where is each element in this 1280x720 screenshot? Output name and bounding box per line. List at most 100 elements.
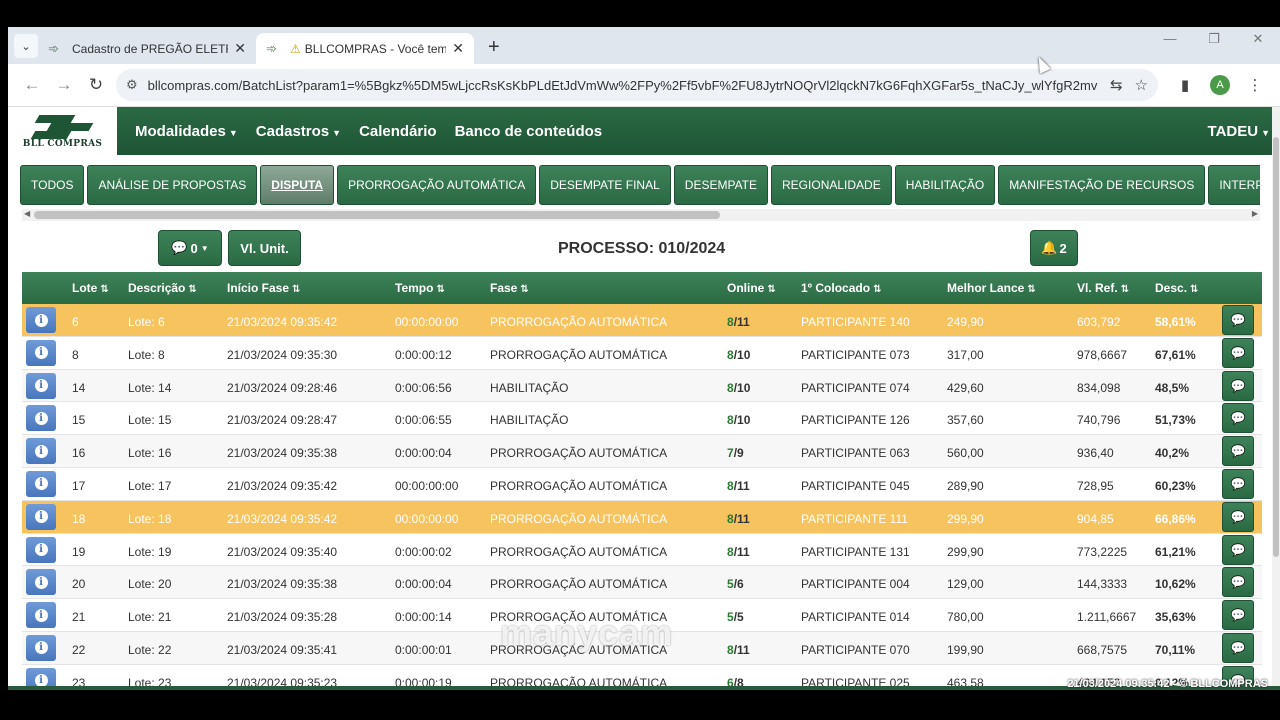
column-header-0[interactable]: Lote ⇅	[72, 281, 109, 295]
cell-desc: 48,5%	[1155, 380, 1190, 395]
phase-tab-7[interactable]: HABILITAÇÃO	[894, 165, 996, 205]
info-button[interactable]: i	[26, 569, 56, 596]
info-button[interactable]: i	[26, 307, 56, 333]
url-field[interactable]: ⚙ bllcompras.com/BatchList?param1=%5Bgkz…	[116, 69, 1158, 101]
column-header-6[interactable]: 1º Colocado ⇅	[801, 281, 881, 295]
cell-fase: PRORROGAÇÃO AUTOMÁTICA	[490, 511, 668, 526]
column-header-2[interactable]: Início Fase ⇅	[227, 281, 300, 295]
scroll-left-icon[interactable]: ◀	[24, 209, 30, 218]
chat-button[interactable]: 💬	[1222, 501, 1254, 532]
table-row[interactable]: i 18 Lote: 18 21/03/2024 09:35:42 00:00:00:0…	[22, 500, 1262, 534]
bll-logo[interactable]: BLL COMPRAS	[8, 107, 117, 155]
menu-cadastros[interactable]: Cadastros ▼	[256, 123, 341, 140]
column-header-7[interactable]: Melhor Lance ⇅	[947, 281, 1036, 295]
notifications-button[interactable]: 🔔 2	[1030, 230, 1078, 266]
table-row[interactable]: i 20 Lote: 20 21/03/2024 09:35:38 0:00:00:04…	[22, 566, 1262, 600]
info-button[interactable]: i	[26, 634, 56, 661]
cell-tempo: 0:00:00:04	[395, 577, 452, 592]
menu-banco-conteudos[interactable]: Banco de conteúdos	[455, 123, 603, 140]
user-menu[interactable]: TADEU ▼	[1208, 123, 1270, 140]
vertical-scrollbar[interactable]	[1272, 107, 1280, 690]
cell-desc: 67,61%	[1155, 347, 1196, 362]
table-row[interactable]: i 6 Lote: 6 21/03/2024 09:35:42 00:00:00:00 P…	[22, 304, 1262, 337]
info-button[interactable]: i	[26, 372, 56, 399]
cell-lote: 22	[72, 642, 86, 657]
info-button[interactable]: i	[26, 470, 56, 497]
site-info-icon[interactable]: ⚙	[126, 77, 138, 93]
phase-tab-1[interactable]: ANÁLISE DE PROPOSTAS	[87, 165, 258, 205]
scroll-thumb[interactable]	[1273, 137, 1279, 557]
cell-colocado: PARTICIPANTE 004	[801, 577, 910, 592]
cell-lance: 429,60	[947, 380, 984, 395]
chat-button[interactable]: 💬	[1222, 468, 1254, 499]
reload-icon[interactable]: ↻	[80, 75, 112, 95]
translate-icon[interactable]: ⇆	[1110, 76, 1123, 94]
horizontal-scrollbar[interactable]: ◀ ▶	[22, 209, 1260, 221]
chat-button[interactable]: 💬	[1222, 305, 1254, 335]
phase-tab-0[interactable]: TODOS	[20, 165, 85, 205]
table-row[interactable]: i 8 Lote: 8 21/03/2024 09:35:30 0:00:00:12 PR…	[22, 337, 1262, 370]
scroll-right-icon[interactable]: ▶	[1252, 209, 1258, 218]
info-button[interactable]: i	[26, 438, 56, 465]
phase-tab-8[interactable]: MANIFESTAÇÃO DE RECURSOS	[998, 165, 1206, 205]
column-header-4[interactable]: Fase ⇅	[490, 281, 529, 295]
chat-button[interactable]: 💬	[1222, 337, 1254, 368]
vl-unit-button[interactable]: Vl. Unit.	[228, 230, 301, 266]
chat-button[interactable]: 💬	[1222, 567, 1254, 598]
scroll-thumb[interactable]	[34, 211, 720, 219]
tab-search-icon[interactable]: ⌄	[14, 34, 38, 58]
chat-button[interactable]: 💬	[1222, 436, 1254, 467]
side-panel-icon[interactable]: ▮	[1168, 76, 1202, 94]
chat-dropdown-button[interactable]: 💬 0 ▼	[158, 230, 222, 266]
cell-tempo: 0:00:00:12	[395, 347, 452, 362]
phase-tab-6[interactable]: REGIONALIDADE	[771, 165, 892, 205]
menu-kebab-icon[interactable]: ⋮	[1238, 76, 1272, 94]
tab-cadastro[interactable]: ➾ Cadastro de PREGÃO ELETRÔNICO ✕	[38, 33, 256, 64]
chat-button[interactable]: 💬	[1222, 370, 1254, 401]
column-header-1[interactable]: Descrição ⇅	[128, 281, 197, 295]
phase-tab-9[interactable]: INTERPOSIÇÃO DE RECURSOS	[1208, 165, 1260, 205]
back-icon[interactable]: ←	[16, 75, 48, 95]
caret-down-icon: ▼	[1261, 127, 1270, 138]
info-button[interactable]: i	[26, 405, 56, 432]
column-header-9[interactable]: Desc. ⇅	[1155, 281, 1198, 295]
close-icon[interactable]: ✕	[234, 40, 246, 57]
phase-tab-3[interactable]: PRORROGAÇÃO AUTOMÁTICA	[337, 165, 537, 205]
chat-button[interactable]: 💬	[1222, 632, 1254, 663]
column-header-8[interactable]: Vl. Ref. ⇅	[1077, 281, 1129, 295]
column-header-5[interactable]: Online ⇅	[727, 281, 776, 295]
table-row[interactable]: i 14 Lote: 14 21/03/2024 09:28:46 0:00:06:56…	[22, 369, 1262, 403]
new-tab-icon[interactable]: +	[488, 36, 500, 59]
table-row[interactable]: i 19 Lote: 19 21/03/2024 09:35:40 0:00:00:02…	[22, 534, 1262, 567]
table-row[interactable]: i 15 Lote: 15 21/03/2024 09:28:47 0:00:06:55…	[22, 402, 1262, 436]
star-icon[interactable]: ☆	[1135, 76, 1148, 94]
info-button[interactable]: i	[26, 503, 56, 530]
avatar[interactable]: A	[1210, 75, 1230, 95]
cell-ref: 740,796	[1077, 413, 1121, 428]
comments-icon: 💬	[1230, 378, 1246, 393]
close-icon[interactable]: ✕	[452, 40, 464, 57]
table-row[interactable]: i 16 Lote: 16 21/03/2024 09:35:38 0:00:00:04…	[22, 435, 1262, 468]
info-button[interactable]: i	[26, 536, 56, 563]
tab-bllcompras[interactable]: ➾ ⚠ BLLCOMPRAS - Você tem 2 ✕	[256, 33, 474, 64]
column-header-3[interactable]: Tempo ⇅	[395, 281, 445, 295]
minimize-icon[interactable]: —	[1148, 31, 1192, 47]
chat-button[interactable]: 💬	[1222, 403, 1254, 434]
column-label: Vl. Ref.	[1077, 281, 1118, 295]
menu-modalidades[interactable]: Modalidades ▼	[135, 123, 238, 140]
phase-tab-5[interactable]: DESEMPATE	[673, 165, 769, 205]
menu-calendario[interactable]: Calendário	[359, 123, 437, 140]
phase-tab-4[interactable]: DESEMPATE FINAL	[539, 165, 671, 205]
info-button[interactable]: i	[26, 602, 56, 629]
chat-button[interactable]: 💬	[1222, 534, 1254, 565]
info-button[interactable]: i	[26, 339, 56, 366]
phase-tab-2[interactable]: DISPUTA	[260, 165, 335, 205]
table-row[interactable]: i 17 Lote: 17 21/03/2024 09:35:42 00:00:00:0…	[22, 468, 1262, 501]
restore-icon[interactable]: ❐	[1192, 31, 1236, 47]
cell-desc: 40,2%	[1155, 446, 1190, 461]
forward-icon[interactable]: →	[48, 75, 80, 95]
cell-colocado: PARTICIPANTE 131	[801, 544, 910, 559]
chat-button[interactable]: 💬	[1222, 600, 1254, 631]
close-window-icon[interactable]: ✕	[1236, 31, 1280, 47]
logo-text: BLL COMPRAS	[22, 139, 103, 149]
